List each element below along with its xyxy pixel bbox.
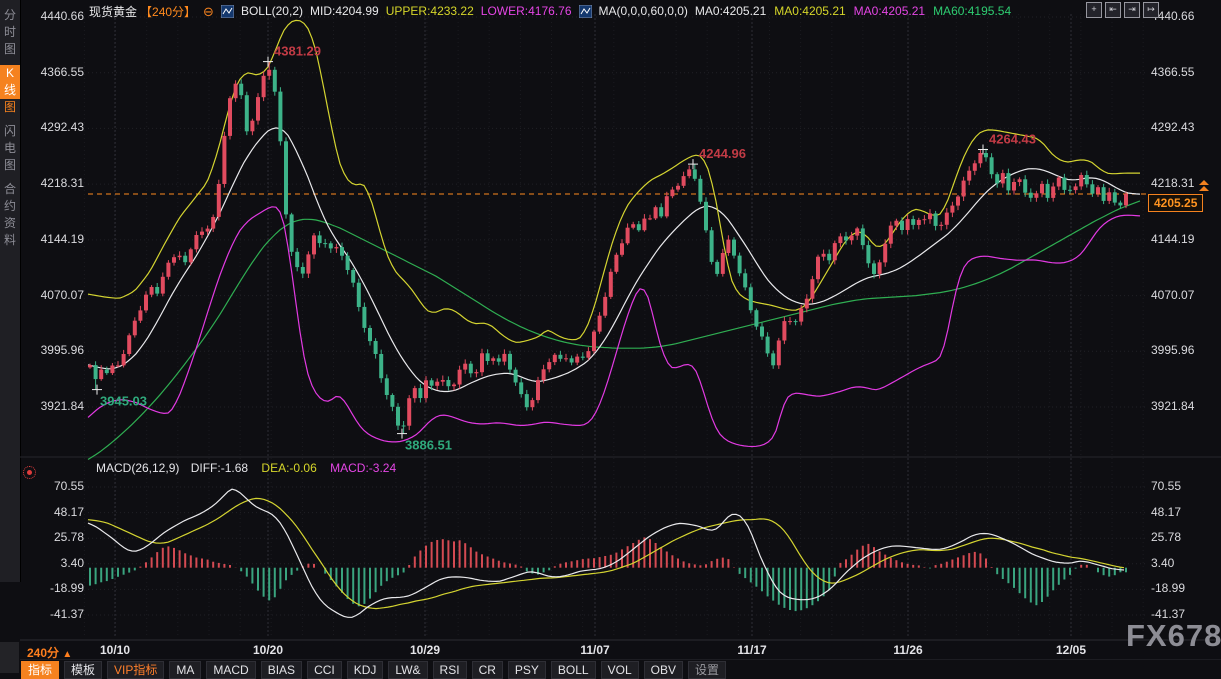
period-badge[interactable]: 240分 ▲ [27, 644, 72, 661]
y-axis-label: 4292.43 [24, 120, 84, 134]
macd-macd-value: MACD:-3.24 [330, 461, 396, 475]
indicator-settings-icon[interactable] [23, 466, 36, 479]
y-axis-label: 4070.07 [1151, 288, 1213, 302]
settings-button[interactable]: 设置 [688, 661, 726, 679]
y-axis-label: 3.40 [1151, 556, 1213, 570]
watermark: FX678 [1126, 618, 1221, 654]
x-axis-date: 11/07 [572, 643, 618, 657]
x-axis-date: 10/10 [92, 643, 138, 657]
macd-header: MACD(26,12,9) DIFF:-1.68 DEA:-0.06 MACD:… [96, 461, 396, 475]
y-axis-label: 3995.96 [24, 343, 84, 357]
scale-compress-icon[interactable]: ⇤ [1105, 2, 1121, 18]
y-axis-label: 3921.84 [1151, 399, 1213, 413]
y-axis-label: 4366.55 [1151, 65, 1213, 79]
boll-upper-value: UPPER:4233.22 [386, 4, 474, 18]
ma-value-3: MA60:4195.54 [933, 4, 1011, 18]
y-axis-label: 48.17 [24, 505, 84, 519]
ma-values: MA0:4205.21 MA0:4205.21 MA0:4205.21 MA60:41… [695, 4, 1011, 18]
y-axis-label: 4218.31 [24, 176, 84, 190]
y-axis-label: 4440.66 [24, 9, 84, 23]
macd-diff-value: DIFF:-1.68 [191, 461, 248, 475]
ma-label: MA(0,0,0,60,0,0) [599, 4, 688, 18]
y-axis-label: 25.78 [1151, 530, 1213, 544]
indicator-chart-icon[interactable] [579, 5, 592, 18]
x-axis-date: 11/26 [885, 643, 931, 657]
macd-params-label: MACD(26,12,9) [96, 461, 179, 475]
y-axis-label: 3995.96 [1151, 343, 1213, 357]
y-axis-label: -41.37 [24, 607, 84, 621]
y-axis-label: -18.99 [24, 581, 84, 595]
boll-mid-value: MID:4204.99 [310, 4, 379, 18]
ma-value-2: MA0:4205.21 [854, 4, 925, 18]
current-price-box: 4205.25 [1148, 194, 1203, 212]
svg-text:3945.03: 3945.03 [100, 394, 147, 409]
y-axis-label: 70.55 [1151, 479, 1213, 493]
ma-value-0: MA0:4205.21 [695, 4, 766, 18]
x-axis-date: 10/20 [245, 643, 291, 657]
cci-button[interactable]: CCI [307, 661, 342, 679]
boll-label: BOLL(20,2) [241, 4, 303, 18]
price-up-arrows-icon [1199, 180, 1209, 192]
y-axis-label: 4440.66 [1151, 9, 1213, 23]
y-axis-label: 4144.19 [1151, 232, 1213, 246]
bottom-toolbar: 指标模板 VIP指标 MA MACD BIAS CCI KDJLW&RSI CR PSY BOLL… [21, 660, 726, 679]
indicator-chart-icon[interactable] [221, 5, 234, 18]
crosshair-icon[interactable]: + [1086, 2, 1102, 18]
y-axis-label: 3921.84 [24, 399, 84, 413]
instrument-title: 现货黄金 [89, 3, 137, 20]
template-button[interactable]: 模板 [64, 661, 102, 679]
boll-button[interactable]: BOLL [551, 661, 596, 679]
svg-text:3886.51: 3886.51 [405, 438, 452, 453]
x-axis-row [20, 641, 1221, 659]
svg-text:4264.43: 4264.43 [989, 132, 1036, 147]
ma-button[interactable]: MA [169, 661, 201, 679]
chart-canvas[interactable]: 4381.29 4244.96 4264.43 3945.03 3886.51 [0, 0, 1221, 679]
y-axis-label: 4070.07 [24, 288, 84, 302]
indicator-button[interactable]: 指标 [21, 661, 59, 679]
y-axis-label: 70.55 [24, 479, 84, 493]
svg-text:4381.29: 4381.29 [274, 44, 321, 59]
lw-button[interactable]: LW& [388, 661, 427, 679]
obv-button[interactable]: OBV [644, 661, 683, 679]
bias-button[interactable]: BIAS [261, 661, 302, 679]
scale-expand-icon[interactable]: ⇥ [1124, 2, 1140, 18]
psy-button[interactable]: PSY [508, 661, 546, 679]
vip-indicator-button[interactable]: VIP指标 [107, 661, 164, 679]
period-tag: 【240分】 [140, 3, 196, 20]
y-axis-label: 48.17 [1151, 505, 1213, 519]
y-axis-label: 25.78 [24, 530, 84, 544]
vol-button[interactable]: VOL [601, 661, 639, 679]
boll-lower-value: LOWER:4176.76 [481, 4, 572, 18]
y-axis-label: 4366.55 [24, 65, 84, 79]
y-axis-label: 4144.19 [24, 232, 84, 246]
minus-circle-icon[interactable]: ⊖ [203, 5, 214, 18]
kdj-button[interactable]: KDJ [347, 661, 384, 679]
macd-button[interactable]: MACD [206, 661, 255, 679]
y-axis-label: 3.40 [24, 556, 84, 570]
svg-text:4244.96: 4244.96 [699, 146, 746, 161]
x-axis-date: 11/17 [729, 643, 775, 657]
y-axis-label: 4292.43 [1151, 120, 1213, 134]
chart-header: 现货黄金 【240分】 ⊖ BOLL(20,2) MID:4204.99 UPP… [89, 2, 1011, 20]
pan-right-icon[interactable]: ↦ [1143, 2, 1159, 18]
x-axis-date: 12/05 [1048, 643, 1094, 657]
ma-value-1: MA0:4205.21 [774, 4, 845, 18]
rsi-button[interactable]: RSI [433, 661, 467, 679]
y-axis-label: -18.99 [1151, 581, 1213, 595]
x-axis-date: 10/29 [402, 643, 448, 657]
header-icon-group: +⇤⇥↦ [1086, 2, 1159, 18]
trading-app-window: 4381.294244.964264.433945.033886.51 分时图K… [0, 0, 1221, 679]
cr-button[interactable]: CR [472, 661, 503, 679]
period-arrow-icon: ▲ [62, 649, 72, 660]
macd-dea-value: DEA:-0.06 [261, 461, 316, 475]
